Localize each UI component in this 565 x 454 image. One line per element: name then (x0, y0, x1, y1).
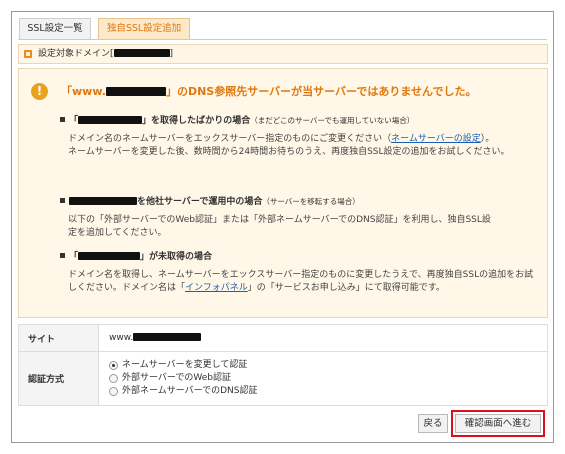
radio-icon[interactable] (109, 387, 118, 396)
case-just-acquired-title: 「」を取得したばかりの場合（まだどこのサーバーでも運用していない場合） (60, 113, 414, 126)
tab-divider (18, 39, 547, 40)
auth-method-options: ネームサーバーを変更して認証 外部サーバーでのWeb認証 外部ネームサーバーでの… (98, 351, 548, 406)
redacted-domain (105, 87, 166, 96)
case-other-server-title: を他社サーバーで運用中の場合（サーバーを移転する場合） (60, 194, 360, 207)
warning-title: 「www. 」のDNS参照先サーバーが当サーバーではありませんでした。 (61, 85, 477, 98)
redacted-domain (113, 49, 170, 57)
auth-option-dns[interactable]: 外部ネームサーバーでのDNS認証 (109, 385, 547, 398)
case-other-server-text: 以下の「外部サーバーでのWeb認証」または「外部ネームサーバーでのDNS認証」を… (68, 215, 491, 238)
redacted-domain (78, 116, 143, 124)
auth-settings-form: サイト www. 認証方式 ネームサーバーを変更して認証 外部サーバーでのWeb… (18, 324, 548, 406)
site-label: サイト (18, 324, 99, 352)
redacted-domain (78, 252, 141, 260)
case-not-acquired-title: 「」が未取得の場合 (60, 249, 212, 262)
case-just-acquired-text: ドメイン名のネームサーバーをエックスサーバー指定のものにご変更ください（ネームサ… (68, 134, 510, 157)
square-bullet-icon (24, 50, 32, 58)
info-panel-link[interactable]: インフォパネル (185, 283, 248, 293)
confirm-next-button[interactable]: 確認画面へ進む (455, 414, 541, 433)
tab-add-ssl[interactable]: 独自SSL設定追加 (98, 18, 190, 39)
exclamation-icon: ! (31, 83, 48, 100)
auth-method-label: 認証方式 (18, 351, 99, 406)
radio-icon[interactable] (109, 361, 118, 370)
dns-warning-box: ! 「www. 」のDNS参照先サーバーが当サーバーではありませんでした。 「」を… (18, 68, 548, 318)
redacted-domain (69, 197, 137, 205)
auth-option-nameserver[interactable]: ネームサーバーを変更して認証 (109, 359, 547, 372)
redacted-domain (133, 333, 202, 341)
auth-option-web[interactable]: 外部サーバーでのWeb認証 (109, 372, 547, 385)
target-domain-label-prefix: 設定対象ドメイン[ (38, 49, 114, 59)
nameserver-settings-link[interactable]: ネームサーバーの設定 (391, 134, 481, 144)
site-value: www. (98, 324, 548, 352)
ssl-settings-panel: SSL設定一覧 独自SSL設定追加 設定対象ドメイン[] ! 「www. 」のDN… (11, 11, 554, 443)
target-domain-heading: 設定対象ドメイン[] (18, 44, 548, 64)
radio-icon[interactable] (109, 374, 118, 383)
tab-ssl-list[interactable]: SSL設定一覧 (19, 18, 91, 39)
case-not-acquired-text: ドメイン名を取得し、ネームサーバーをエックスサーバー指定のものに変更したうえで、… (68, 270, 534, 293)
target-domain-label-suffix: ] (169, 49, 174, 59)
back-button[interactable]: 戻る (418, 414, 448, 433)
